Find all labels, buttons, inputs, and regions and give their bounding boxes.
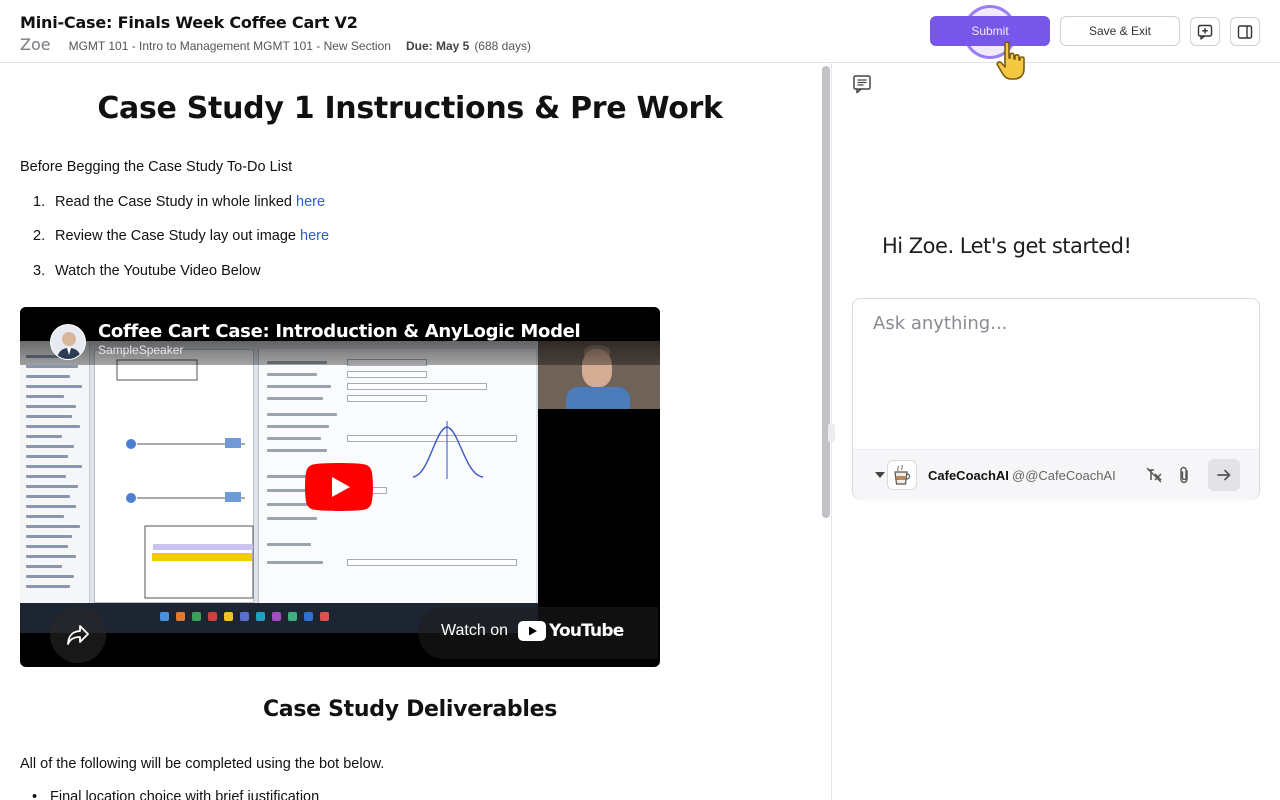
coffee-cup-icon xyxy=(894,464,911,485)
todo-step-1: 1. Read the Case Study in whole linked he… xyxy=(33,194,325,210)
comment-icon[interactable] xyxy=(852,74,872,94)
youtube-embed[interactable]: Coffee Cart Case: Introduction & AnyLogi… xyxy=(20,307,660,667)
bot-name: CafeCoachAI xyxy=(928,468,1009,483)
step-number: 1. xyxy=(33,194,46,210)
intro-text: Before Begging the Case Study To-Do List xyxy=(20,159,293,175)
youtube-wordmark: YouTube xyxy=(549,621,624,641)
save-exit-button[interactable]: Save & Exit xyxy=(1060,16,1180,46)
todo-step-3: 3. Watch the Youtube Video Below xyxy=(33,263,261,279)
add-comment-button[interactable] xyxy=(1190,17,1220,46)
composer-toolbar: CafeCoachAI @@CafeCoachAI xyxy=(853,449,1259,499)
chat-greeting: Hi Zoe. Let's get started! xyxy=(882,234,1132,258)
instructions-pane: Case Study 1 Instructions & Pre Work Bef… xyxy=(0,63,820,800)
attach-button[interactable] xyxy=(1173,464,1195,486)
video-frame-properties xyxy=(258,349,536,603)
layout-image-link[interactable]: here xyxy=(300,228,329,244)
panel-toggle-icon xyxy=(1237,24,1253,39)
assignment-meta: Zoe MGMT 101 - Intro to Management MGMT … xyxy=(20,35,531,54)
top-bar: Mini-Case: Finals Week Coffee Cart V2 Zo… xyxy=(0,0,1280,80)
bot-handle: @@CafeCoachAI xyxy=(1012,468,1116,483)
channel-avatar[interactable] xyxy=(50,324,86,360)
youtube-play-icon xyxy=(518,621,546,641)
toggle-panel-button[interactable] xyxy=(1230,17,1260,46)
due-date: Due: May 5 xyxy=(405,39,470,53)
chat-input[interactable] xyxy=(873,313,1243,334)
tools-off-icon xyxy=(1146,467,1162,483)
video-channel-name[interactable]: SampleSpeaker xyxy=(98,343,183,357)
share-button[interactable] xyxy=(50,607,106,663)
video-frame-canvas xyxy=(94,349,254,603)
step-number: 2. xyxy=(33,228,46,244)
share-icon xyxy=(67,625,89,645)
watch-on-label: Watch on xyxy=(441,622,508,639)
step-text: Watch the Youtube Video Below xyxy=(55,263,261,279)
step-text: Review the Case Study lay out image xyxy=(55,228,301,244)
video-frame-highlight xyxy=(152,553,252,561)
message-plus-icon xyxy=(1197,24,1213,40)
deliverable-item: • Final location choice with brief justif… xyxy=(32,789,319,800)
step-text: Read the Case Study in whole linked xyxy=(55,194,297,210)
paperclip-icon xyxy=(1180,466,1188,484)
user-name: Zoe xyxy=(20,35,51,54)
assignment-title: Mini-Case: Finals Week Coffee Cart V2 xyxy=(20,13,358,32)
tools-toggle-button[interactable] xyxy=(1143,464,1165,486)
chat-composer: CafeCoachAI @@CafeCoachAI xyxy=(852,298,1260,499)
deliverables-intro: All of the following will be completed u… xyxy=(20,756,385,772)
case-study-link[interactable]: here xyxy=(296,194,325,210)
course-name: MGMT 101 - Intro to Management MGMT 101 … xyxy=(68,39,391,53)
hand-pointer-icon xyxy=(996,41,1025,80)
youtube-logo: YouTube xyxy=(518,620,624,642)
deliverable-text: Final location choice with brief justifi… xyxy=(50,789,320,800)
caret-down-icon xyxy=(875,472,885,478)
deliverables-heading: Case Study Deliverables xyxy=(262,697,558,722)
due-countdown: (688 days) xyxy=(474,39,532,53)
content-scrollbar[interactable] xyxy=(822,66,830,518)
page-heading: Case Study 1 Instructions & Pre Work xyxy=(97,91,723,126)
step-number: 3. xyxy=(33,263,46,279)
pane-resize-handle[interactable] xyxy=(828,424,835,442)
play-button-icon[interactable] xyxy=(305,463,373,511)
bullet: • xyxy=(32,789,38,800)
todo-step-2: 2. Review the Case Study lay out image he… xyxy=(33,228,329,244)
video-title[interactable]: Coffee Cart Case: Introduction & AnyLogi… xyxy=(98,321,581,342)
bot-selector[interactable] xyxy=(873,460,917,490)
arrow-right-icon xyxy=(1217,469,1231,481)
bot-avatar xyxy=(887,460,917,490)
video-frame-tree xyxy=(20,341,90,603)
submit-button[interactable]: Submit xyxy=(930,16,1050,46)
send-button[interactable] xyxy=(1208,459,1240,491)
